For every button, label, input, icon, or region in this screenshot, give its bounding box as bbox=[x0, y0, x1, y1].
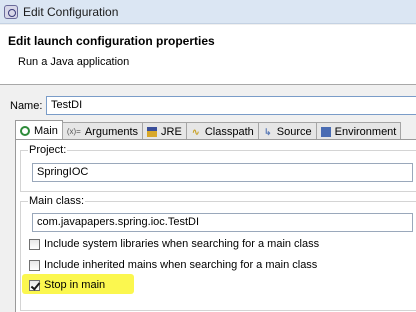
header-title: Edit launch configuration properties bbox=[8, 34, 215, 48]
environment-icon bbox=[320, 126, 331, 137]
source-icon: ↳ bbox=[263, 126, 272, 137]
tab-environment[interactable]: Environment bbox=[315, 122, 402, 140]
include-system-libraries-checkbox[interactable] bbox=[29, 238, 40, 250]
include-system-libraries-option[interactable]: Include system libraries when searching … bbox=[29, 238, 319, 250]
tab-main-label: Main bbox=[34, 124, 58, 137]
name-row: Name: TestDI bbox=[10, 96, 416, 115]
project-field[interactable]: SpringIOC bbox=[32, 163, 413, 182]
stop-in-main-option[interactable]: Stop in main bbox=[29, 279, 105, 291]
tab-jre-label: JRE bbox=[161, 125, 182, 138]
project-label: Project: bbox=[28, 144, 68, 156]
include-inherited-mains-checkbox[interactable] bbox=[29, 259, 40, 271]
header-subtitle: Run a Java application bbox=[18, 56, 130, 68]
name-label: Name: bbox=[10, 99, 43, 112]
tab-source[interactable]: ↳ Source bbox=[257, 122, 317, 140]
tab-source-label: Source bbox=[276, 125, 312, 138]
tab-jre[interactable]: JRE bbox=[142, 122, 187, 140]
tab-classpath-label: Classpath bbox=[204, 125, 254, 138]
include-inherited-mains-label: Include inherited mains when searching f… bbox=[44, 259, 318, 271]
tab-arguments[interactable]: (x)= Arguments bbox=[61, 122, 144, 140]
main-class-field[interactable]: com.javapapers.spring.ioc.TestDI bbox=[32, 213, 413, 232]
tab-main[interactable]: Main bbox=[15, 120, 63, 140]
dialog-header: Edit launch configuration properties Run… bbox=[0, 25, 416, 85]
include-inherited-mains-option[interactable]: Include inherited mains when searching f… bbox=[29, 259, 317, 271]
include-system-libraries-label: Include system libraries when searching … bbox=[44, 238, 320, 250]
title-bar: Edit Configuration bbox=[0, 0, 416, 24]
tab-arguments-label: Arguments bbox=[84, 125, 139, 138]
stop-in-main-checkbox[interactable] bbox=[29, 279, 40, 291]
app-icon bbox=[4, 4, 18, 19]
tab-bar: Main (x)= Arguments JRE ∿ Classpath ↳ So… bbox=[15, 120, 402, 140]
stop-in-main-label: Stop in main bbox=[44, 279, 106, 291]
jre-icon bbox=[147, 126, 158, 137]
tab-environment-label: Environment bbox=[334, 125, 397, 138]
arguments-icon: (x)= bbox=[66, 126, 81, 136]
main-class-label: Main class: bbox=[28, 195, 86, 207]
window-title: Edit Configuration bbox=[23, 4, 119, 19]
classpath-icon: ∿ bbox=[192, 126, 200, 137]
tab-classpath[interactable]: ∿ Classpath bbox=[185, 122, 259, 140]
main-tab-icon bbox=[20, 125, 30, 136]
name-input[interactable]: TestDI bbox=[46, 96, 416, 115]
